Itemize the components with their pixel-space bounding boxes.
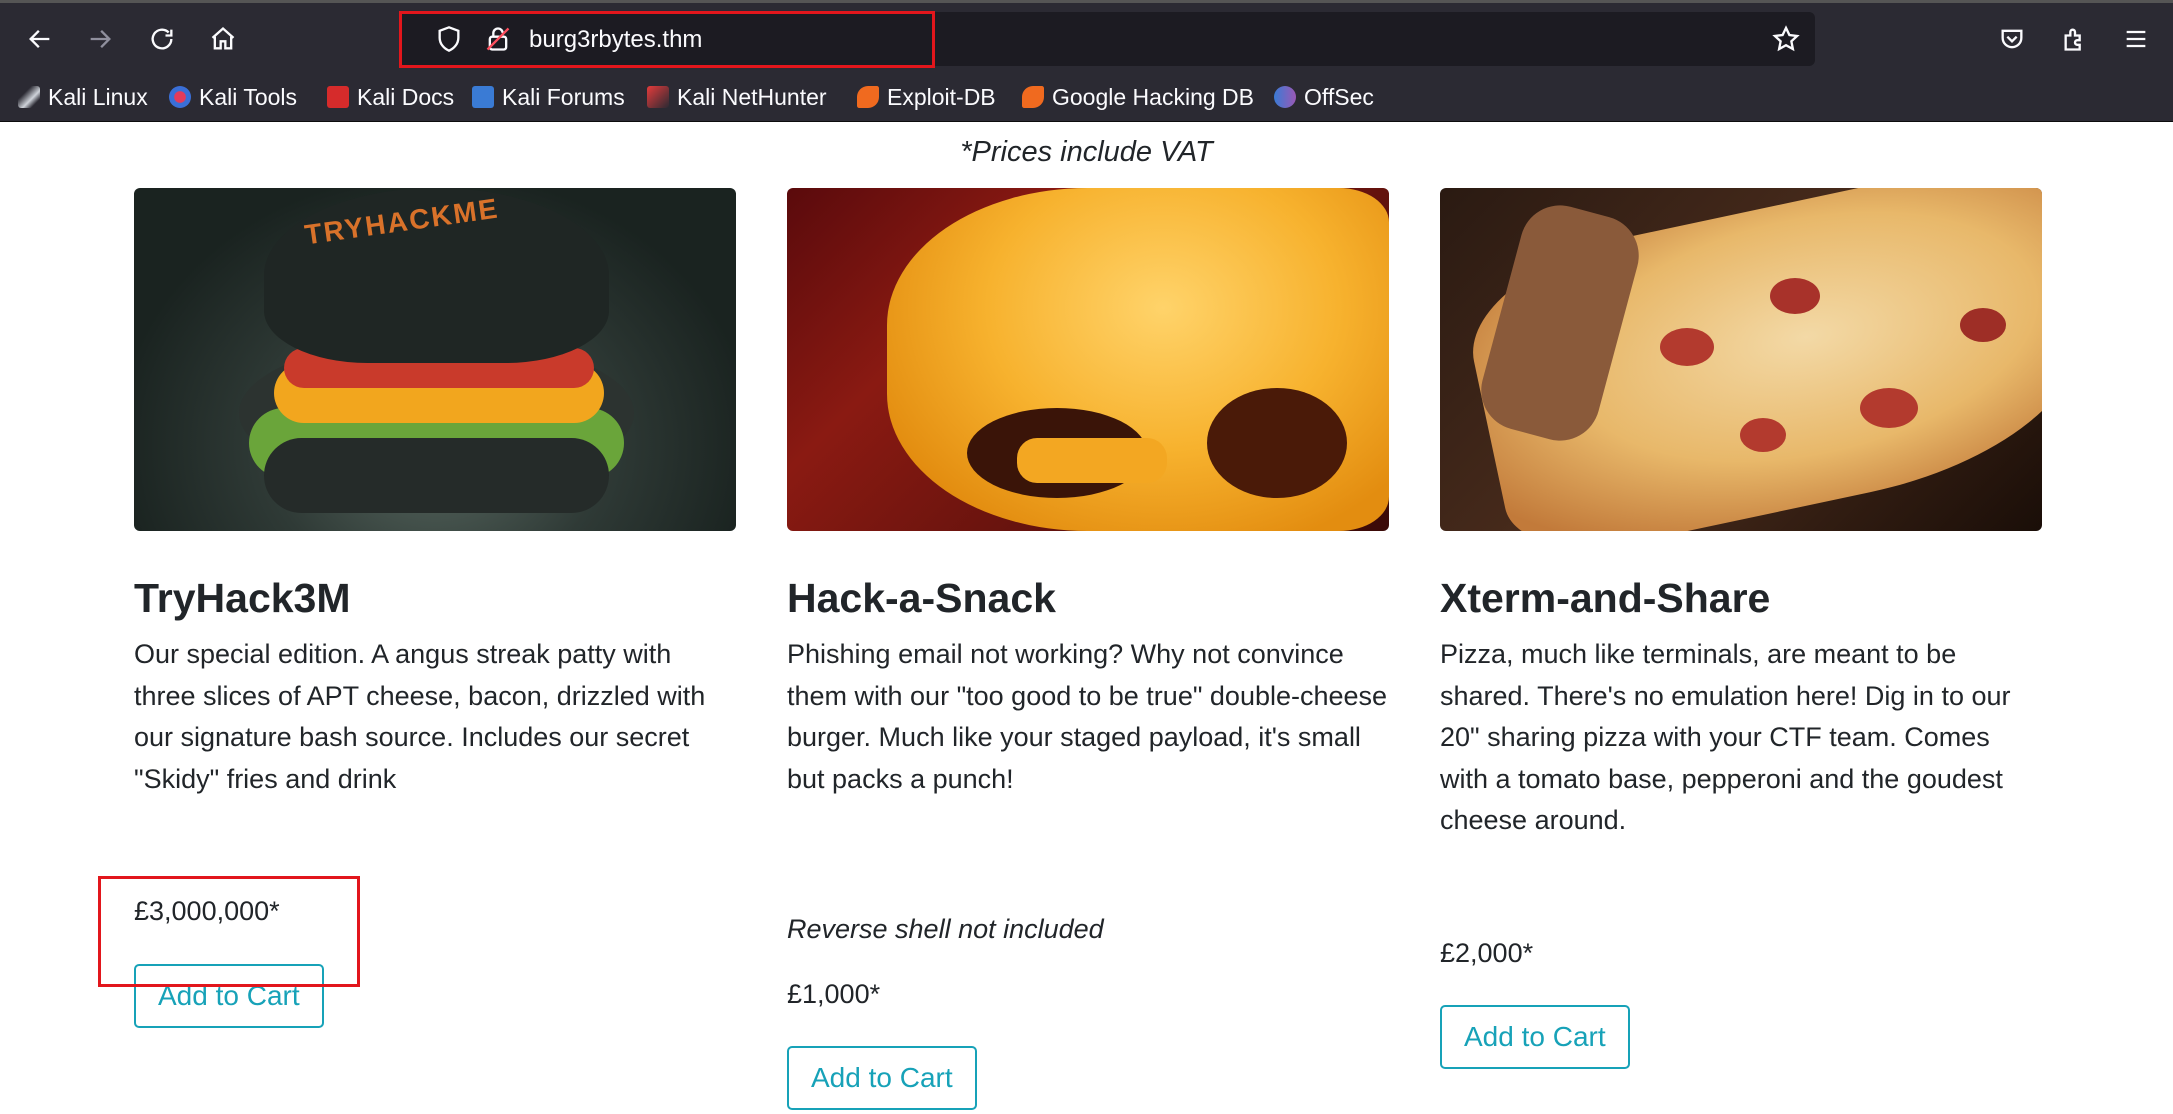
bookmark-exploit-db[interactable]: Exploit-DB [857,83,996,111]
product-price: £1,000* [787,979,881,1009]
product-description: Our special edition. A angus streak patt… [134,639,706,794]
bookmark-label: Kali Docs [357,83,455,110]
product-description: Phishing email not working? Why not conv… [787,639,1388,794]
bookmark-google-hacking-db[interactable]: Google Hacking DB [1022,83,1254,111]
kali-nethunter-icon [647,86,669,108]
exploit-db-icon [857,86,879,108]
product-card-xterm-and-share: Xterm-and-Share Pizza, much like termina… [1440,188,2042,1069]
burger-image: TRYHACKME [134,188,736,531]
product-title: Xterm-and-Share [1440,575,1771,621]
product-card-tryhack3m: TRYHACKME TryHack3M Our special edition.… [134,188,736,1028]
bookmark-label: Kali NetHunter [677,83,827,110]
pocket-icon[interactable] [1990,17,2034,61]
bookmark-offsec[interactable]: OffSec [1274,83,1374,111]
bookmark-kali-tools[interactable]: Kali Tools [169,83,297,111]
product-price: £2,000* [1440,938,1534,968]
add-to-cart-button[interactable]: Add to Cart [1440,1005,1630,1069]
product-note: Reverse shell not included [787,914,1104,944]
offsec-icon [1274,86,1296,108]
browser-toolbar: burg3rbytes.thm [0,0,2173,73]
bookmark-label: Kali Forums [502,83,625,110]
bookmark-label: OffSec [1304,83,1374,110]
page-content: *Prices include VAT TRYHACKME TryHack3M … [0,122,2173,1114]
bookmark-kali-forums[interactable]: Kali Forums [472,83,625,111]
menu-icon[interactable] [2114,17,2158,61]
bookmark-label: Kali Linux [48,83,148,110]
bookmark-label: Google Hacking DB [1052,83,1254,110]
ghdb-icon [1022,86,1044,108]
forward-icon[interactable] [78,17,122,61]
bookmark-label: Exploit-DB [887,83,996,110]
bookmark-kali-linux[interactable]: Kali Linux [18,83,148,111]
kali-tools-icon [169,86,191,108]
bookmark-kali-nethunter[interactable]: Kali NetHunter [647,83,827,111]
product-title: Hack-a-Snack [787,575,1056,621]
bookmarks-bar: Kali Linux Kali Tools Kali Docs Kali For… [0,73,2173,122]
bookmark-star-icon[interactable] [1772,25,1800,53]
bookmark-label: Kali Tools [199,83,298,110]
reload-icon[interactable] [140,17,184,61]
back-icon[interactable] [18,17,62,61]
pizza-image [1440,188,2042,531]
kali-forums-icon [472,86,494,108]
product-card-hack-a-snack: Hack-a-Snack Phishing email not working?… [787,188,1389,1110]
kali-dragon-icon [18,86,40,108]
cart-highlight-box [98,876,360,987]
home-icon[interactable] [201,17,245,61]
cheeseburger-image [787,188,1389,531]
url-highlight-box [399,11,935,68]
extensions-icon[interactable] [2053,17,2097,61]
vat-note: *Prices include VAT [960,136,1213,168]
kali-docs-icon [327,86,349,108]
product-title: TryHack3M [134,575,351,621]
add-to-cart-button[interactable]: Add to Cart [787,1046,977,1110]
bookmark-kali-docs[interactable]: Kali Docs [327,83,454,111]
product-description: Pizza, much like terminals, are meant to… [1440,639,2011,835]
